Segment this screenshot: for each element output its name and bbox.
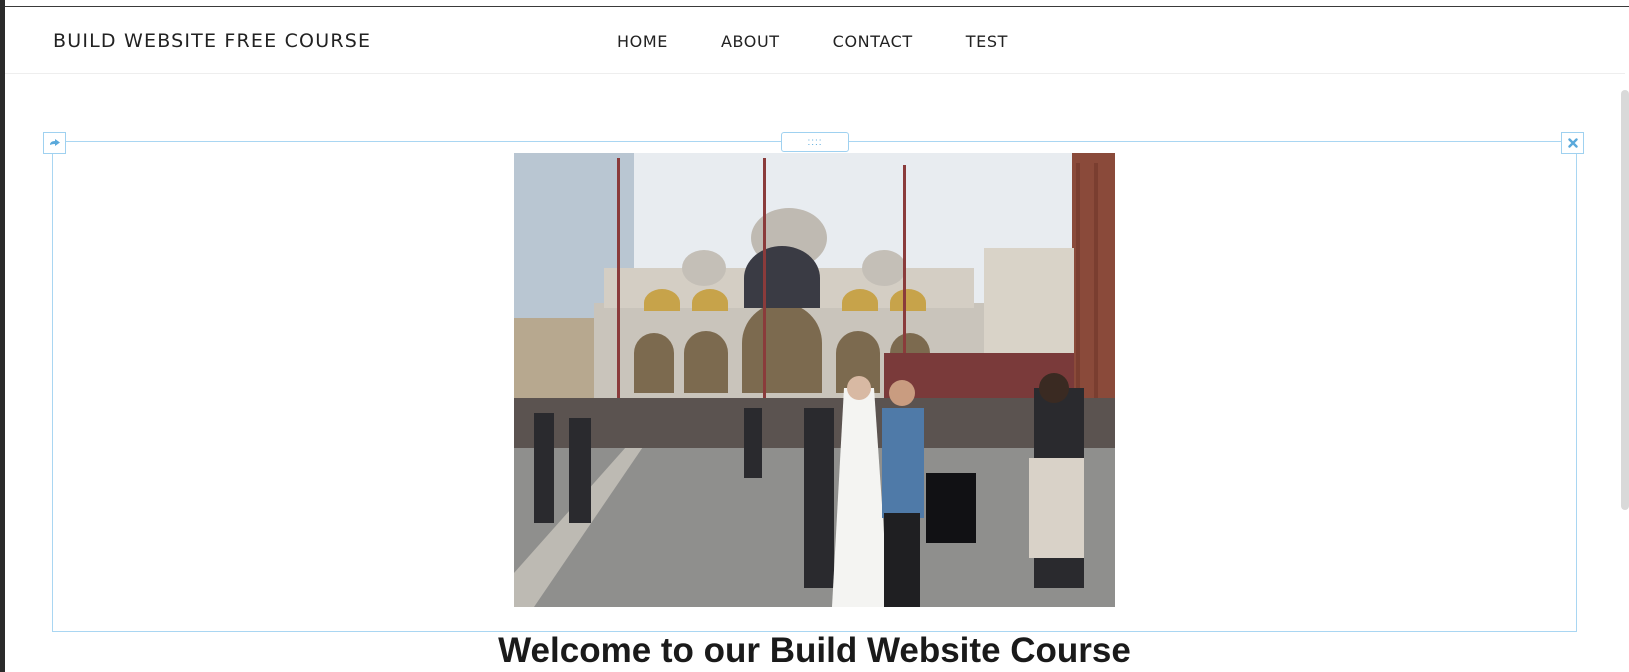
drag-handle[interactable]: :::: bbox=[781, 132, 849, 152]
window-left-edge bbox=[0, 0, 5, 672]
site-header: BUILD WEBSITE FREE COURSE HOME ABOUT CON… bbox=[5, 8, 1625, 74]
window-top-border bbox=[0, 0, 1629, 7]
move-block-button[interactable] bbox=[43, 132, 66, 154]
nav-contact[interactable]: CONTACT bbox=[833, 32, 913, 51]
remove-block-button[interactable] bbox=[1561, 132, 1584, 154]
nav-test[interactable]: TEST bbox=[966, 32, 1008, 51]
nav-home[interactable]: HOME bbox=[617, 32, 668, 51]
venice-photo[interactable] bbox=[514, 153, 1115, 607]
site-brand[interactable]: BUILD WEBSITE FREE COURSE bbox=[53, 30, 371, 52]
arrow-icon bbox=[49, 139, 60, 146]
close-icon bbox=[1567, 138, 1578, 148]
main-nav: HOME ABOUT CONTACT TEST bbox=[617, 32, 1061, 51]
welcome-heading: Welcome to our Build Website Course bbox=[498, 631, 1131, 670]
drag-dots-icon: :::: bbox=[807, 136, 823, 148]
scrollbar[interactable] bbox=[1621, 90, 1629, 510]
nav-about[interactable]: ABOUT bbox=[721, 32, 780, 51]
